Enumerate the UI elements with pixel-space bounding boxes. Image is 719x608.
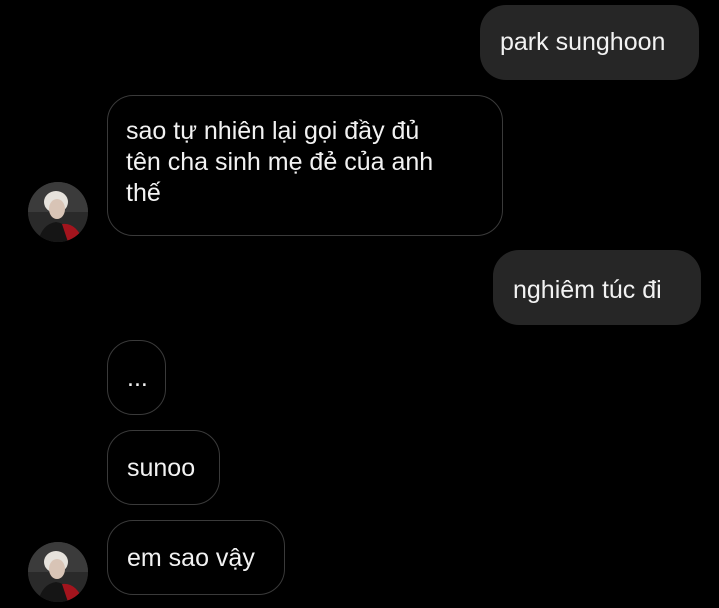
message-text: ... <box>127 364 148 392</box>
avatar-photo-icon <box>28 542 88 602</box>
received-message[interactable]: sunoo <box>107 430 220 505</box>
message-text: sunoo <box>127 454 196 482</box>
sent-message[interactable]: nghiêm túc đi <box>493 250 701 325</box>
message-text: em sao vậy <box>127 544 255 572</box>
avatar[interactable] <box>28 182 88 242</box>
message-text-line: thế <box>126 179 161 207</box>
message-text-line: tên cha sinh mẹ đẻ của anh <box>126 148 434 176</box>
message-text: nghiêm túc đi <box>513 276 662 304</box>
received-message[interactable]: sao tự nhiên lại gọi đầy đủ tên cha sinh… <box>107 95 503 236</box>
avatar-photo-icon <box>28 182 88 242</box>
avatar[interactable] <box>28 542 88 602</box>
message-text-line: sao tự nhiên lại gọi đầy đủ <box>126 117 420 145</box>
sent-message[interactable]: park sunghoon <box>480 5 699 80</box>
message-text: park sunghoon <box>500 28 666 56</box>
received-message[interactable]: em sao vậy <box>107 520 285 595</box>
received-message[interactable]: ... <box>107 340 166 415</box>
